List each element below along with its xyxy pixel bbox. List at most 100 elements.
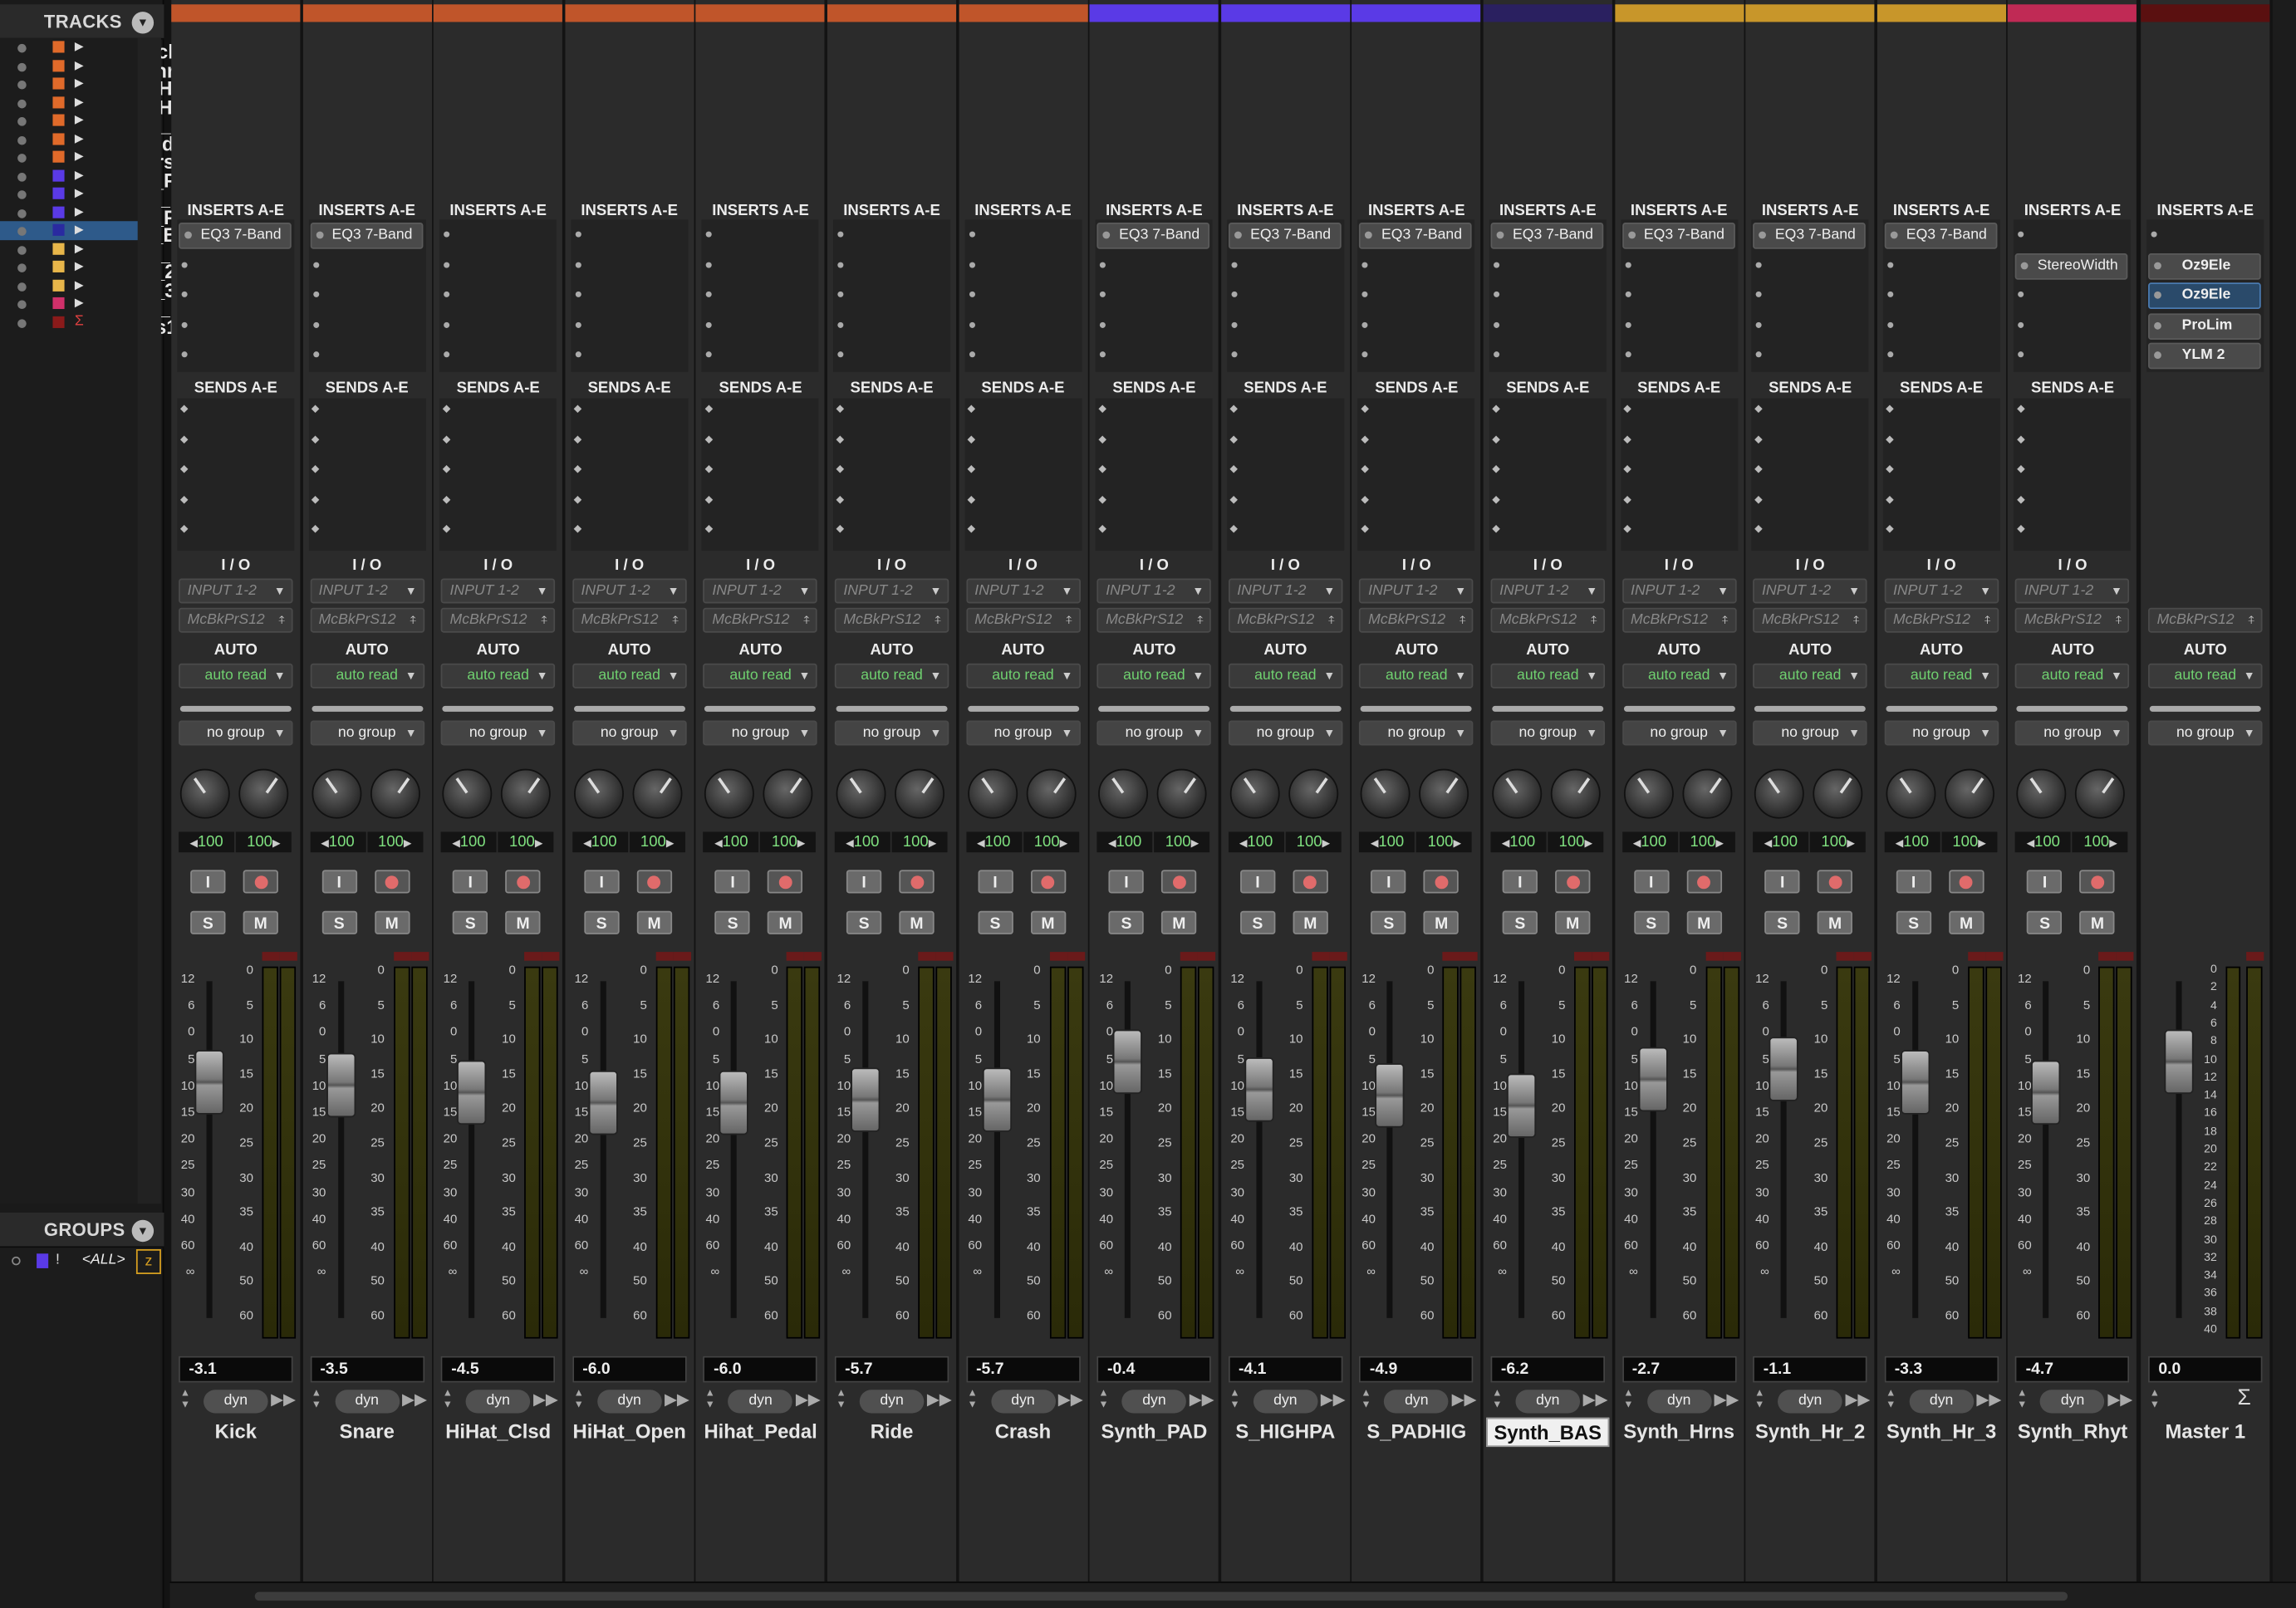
output-arrow-icon[interactable]: ▶▶ <box>533 1390 558 1409</box>
empty-insert-slot[interactable] <box>969 321 975 328</box>
output-selector[interactable]: McBkPrS12 ⍏ <box>1096 607 1212 633</box>
track-show-icon[interactable] <box>17 282 27 291</box>
solo-button[interactable]: S <box>2027 910 2063 934</box>
mute-button[interactable]: M <box>374 910 410 934</box>
automation-mode-selector[interactable]: auto read ▼ <box>1359 663 1474 689</box>
output-arrow-icon[interactable]: ▶▶ <box>1583 1390 1608 1409</box>
output-selector[interactable]: McBkPrS12 ⍏ <box>965 607 1081 633</box>
empty-insert-slot[interactable] <box>312 291 319 297</box>
output-arrow-icon[interactable]: ▶▶ <box>1452 1390 1477 1409</box>
pan-right-knob[interactable] <box>370 768 420 819</box>
empty-send-icon[interactable]: ◆ <box>1754 463 1763 474</box>
pan-left-knob[interactable] <box>1623 768 1674 819</box>
empty-send-icon[interactable]: ◆ <box>312 463 320 474</box>
empty-send-icon[interactable]: ◆ <box>1623 493 1631 504</box>
output-arrow-icon[interactable]: ▶▶ <box>2107 1390 2132 1409</box>
track-show-icon[interactable] <box>17 245 27 254</box>
insert-slot[interactable]: EQ3 7-Band <box>1753 223 1867 249</box>
voice-button[interactable]: dyn <box>728 1390 793 1414</box>
voice-updown-icon[interactable]: ▲ ▼ <box>443 1389 453 1412</box>
pan-left-value[interactable]: ◀100 <box>572 831 628 853</box>
solo-button[interactable]: S <box>583 910 620 934</box>
empty-insert-slot[interactable] <box>575 351 581 358</box>
mute-button[interactable]: M <box>1817 910 1853 934</box>
voice-updown-icon[interactable]: ▲ ▼ <box>2150 1389 2160 1412</box>
empty-send-icon[interactable]: ◆ <box>836 493 845 504</box>
clip-indicator[interactable] <box>2246 952 2264 961</box>
empty-insert-slot[interactable] <box>969 231 975 238</box>
track-show-icon[interactable] <box>17 117 27 126</box>
output-selector[interactable]: McBkPrS12 ⍏ <box>2148 607 2263 633</box>
output-arrow-icon[interactable]: ▶▶ <box>1715 1390 1739 1409</box>
pan-right-value[interactable]: 100▶ <box>1285 831 1342 853</box>
volume-readout[interactable]: -4.9 <box>1359 1356 1474 1383</box>
output-selector[interactable]: McBkPrS12 ⍏ <box>1753 607 1867 633</box>
group-selector[interactable]: no group ▼ <box>440 720 556 746</box>
input-selector[interactable]: INPUT 1-2 ▼ <box>1753 578 1867 604</box>
record-arm-button[interactable] <box>1948 870 1984 894</box>
pan-left-knob[interactable] <box>311 768 361 819</box>
record-arm-button[interactable] <box>505 870 541 894</box>
automation-mode-selector[interactable]: auto read ▼ <box>1621 663 1736 689</box>
empty-send-icon[interactable]: ◆ <box>180 403 189 414</box>
empty-send-icon[interactable]: ◆ <box>312 433 320 444</box>
track-color-bar[interactable] <box>565 4 694 22</box>
pan-left-value[interactable]: ◀100 <box>834 831 890 853</box>
output-selector[interactable]: McBkPrS12 ⍏ <box>834 607 949 633</box>
empty-insert-slot[interactable] <box>575 291 581 297</box>
voice-button[interactable]: dyn <box>859 1390 925 1414</box>
pan-right-knob[interactable] <box>2075 768 2126 819</box>
input-selector[interactable]: INPUT 1-2 ▼ <box>1490 578 1606 604</box>
volume-fader[interactable] <box>1769 1036 1799 1101</box>
pan-left-value[interactable]: ◀100 <box>1621 831 1678 853</box>
insert-slot[interactable]: YLM 2 <box>2148 342 2261 370</box>
mute-button[interactable]: M <box>2079 910 2116 934</box>
automation-mode-selector[interactable]: auto read ▼ <box>834 663 949 689</box>
automation-mode-selector[interactable]: auto read ▼ <box>703 663 818 689</box>
output-selector[interactable]: McBkPrS12 ⍏ <box>1884 607 1999 633</box>
pan-right-value[interactable]: 100▶ <box>235 831 292 853</box>
empty-insert-slot[interactable] <box>575 261 581 267</box>
insert-slot[interactable]: EQ3 7-Band <box>1359 223 1473 249</box>
empty-send-icon[interactable]: ◆ <box>574 433 582 444</box>
empty-send-icon[interactable]: ◆ <box>1361 403 1369 414</box>
empty-insert-slot[interactable] <box>1624 261 1631 267</box>
empty-insert-slot[interactable] <box>1231 351 1238 358</box>
group-selector[interactable]: no group ▼ <box>1621 720 1736 746</box>
clip-indicator[interactable] <box>1049 952 1067 961</box>
input-monitor-button[interactable]: I <box>321 870 357 894</box>
input-selector[interactable]: INPUT 1-2 ▼ <box>1359 578 1474 604</box>
pan-right-knob[interactable] <box>1026 768 1076 819</box>
volume-readout[interactable]: -2.7 <box>1621 1356 1736 1383</box>
empty-insert-slot[interactable] <box>1886 291 1893 297</box>
volume-fader[interactable] <box>2164 1029 2194 1095</box>
empty-send-icon[interactable]: ◆ <box>1229 522 1238 534</box>
track-color-bar[interactable] <box>696 4 826 22</box>
track-color-bar[interactable] <box>1089 4 1219 22</box>
empty-insert-slot[interactable] <box>312 351 319 358</box>
group-selector[interactable]: no group ▼ <box>572 720 687 746</box>
track-show-icon[interactable] <box>17 190 27 199</box>
group-selector[interactable]: no group ▼ <box>834 720 949 746</box>
voice-button[interactable]: dyn <box>1253 1390 1318 1414</box>
clip-indicator[interactable] <box>1198 952 1216 961</box>
track-show-icon[interactable] <box>17 80 27 90</box>
empty-send-icon[interactable]: ◆ <box>836 433 845 444</box>
track-color-bar[interactable] <box>1614 4 1744 22</box>
mute-button[interactable]: M <box>505 910 541 934</box>
voice-button[interactable]: dyn <box>2040 1390 2105 1414</box>
voice-button[interactable]: dyn <box>990 1390 1056 1414</box>
clip-indicator[interactable] <box>2098 952 2117 961</box>
pan-left-knob[interactable] <box>967 768 1018 819</box>
voice-button[interactable]: dyn <box>596 1390 662 1414</box>
input-selector[interactable]: INPUT 1-2 ▼ <box>440 578 556 604</box>
mute-button[interactable]: M <box>1030 910 1066 934</box>
mute-button[interactable]: M <box>1686 910 1722 934</box>
volume-readout[interactable]: -6.0 <box>572 1356 687 1383</box>
insert-power-icon[interactable] <box>1627 231 1636 239</box>
empty-send-icon[interactable]: ◆ <box>2017 403 2025 414</box>
pan-left-value[interactable]: ◀100 <box>965 831 1022 853</box>
voice-button[interactable]: dyn <box>1515 1390 1581 1414</box>
record-arm-button[interactable] <box>768 870 803 894</box>
track-name[interactable]: Ride <box>831 1418 954 1447</box>
